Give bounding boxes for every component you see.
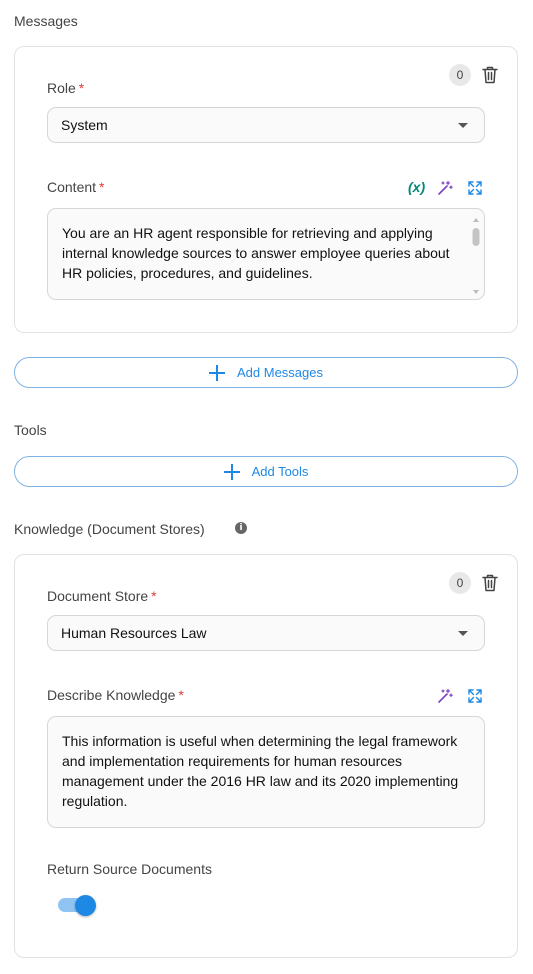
variable-icon[interactable]: (x) (408, 179, 425, 195)
info-icon[interactable]: i (235, 522, 247, 534)
add-tools-button[interactable]: Add Tools (14, 456, 518, 487)
add-messages-button[interactable]: Add Messages (14, 357, 518, 388)
describe-knowledge-textarea[interactable]: This information is useful when determin… (47, 716, 485, 828)
role-select-value: System (61, 117, 108, 133)
describe-knowledge-label: Describe Knowledge * (47, 687, 184, 703)
content-label: Content * (47, 179, 105, 195)
knowledge-count-badge: 0 (449, 572, 471, 594)
caret-down-icon (458, 123, 468, 128)
document-store-value: Human Resources Law (61, 625, 207, 641)
trash-icon[interactable] (482, 66, 498, 84)
add-messages-label: Add Messages (237, 365, 323, 380)
magic-wand-icon[interactable] (437, 688, 453, 704)
trash-icon[interactable] (482, 574, 498, 592)
document-store-label: Document Store * (47, 588, 157, 604)
expand-icon[interactable] (467, 180, 483, 196)
plus-icon (223, 463, 240, 480)
describe-knowledge-text: This information is useful when determin… (62, 733, 459, 809)
return-source-documents-label: Return Source Documents (47, 861, 212, 877)
message-count-badge: 0 (449, 64, 471, 86)
knowledge-section-label: Knowledge (Document Stores) (14, 521, 205, 537)
document-store-select[interactable]: Human Resources Law (47, 615, 485, 651)
toggle-knob[interactable] (75, 895, 96, 916)
plus-icon (209, 364, 225, 381)
expand-icon[interactable] (467, 688, 483, 704)
magic-wand-icon[interactable] (437, 180, 453, 196)
content-textarea[interactable]: You are an HR agent responsible for retr… (47, 208, 485, 300)
content-text: You are an HR agent responsible for retr… (62, 225, 450, 281)
role-select[interactable]: System (47, 107, 485, 143)
role-label: Role * (47, 80, 85, 96)
caret-down-icon (458, 631, 468, 636)
messages-section-label: Messages (14, 13, 78, 29)
tools-section-label: Tools (14, 422, 47, 438)
scrollbar[interactable] (471, 213, 481, 295)
add-tools-label: Add Tools (251, 464, 309, 479)
